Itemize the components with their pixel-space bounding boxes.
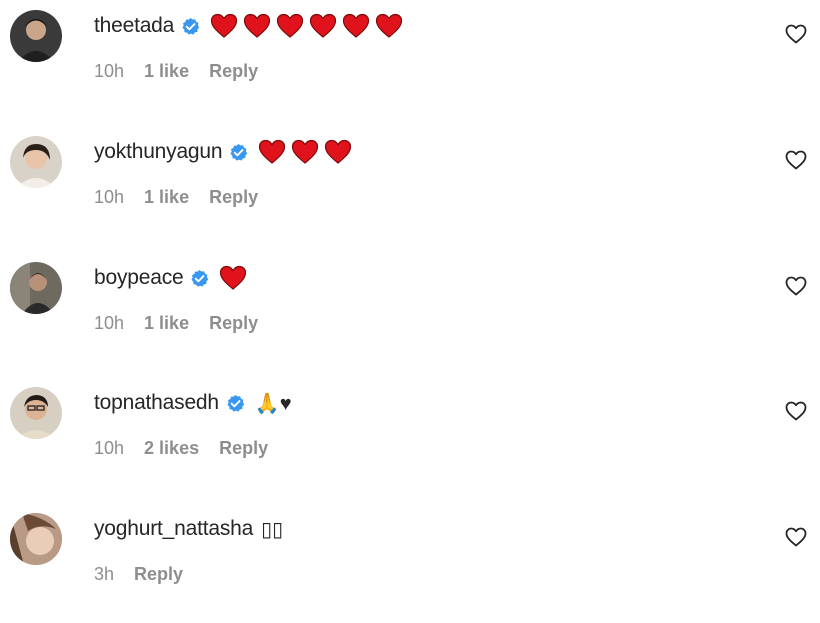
comment-meta: 10h 1 like Reply — [94, 187, 278, 208]
comment-text: ▯▯ — [261, 517, 283, 542]
comment-username[interactable]: yokthunyagun — [94, 140, 223, 164]
comment-time: 10h — [94, 438, 125, 458]
comment-likes[interactable]: 1 like — [144, 187, 189, 208]
comment-likes[interactable]: 1 like — [144, 313, 189, 334]
comment-item: theetada 10h 1 like Reply — [0, 0, 820, 120]
reply-button[interactable]: Reply — [134, 564, 183, 585]
heart-outline-icon[interactable] — [784, 148, 808, 172]
verified-badge-icon — [226, 394, 245, 413]
heart-outline-icon[interactable] — [784, 22, 808, 46]
comment-username[interactable]: boypeace — [94, 266, 184, 290]
comment-text-content: 🙏♥ — [254, 392, 292, 415]
comment-text-content: ▯▯ — [261, 518, 284, 541]
comment-meta: 10h 1 like Reply — [94, 313, 278, 334]
avatar[interactable] — [10, 513, 62, 565]
red-heart-emoji — [342, 13, 370, 39]
comment-item: topnathasedh 🙏♥ 10h 2 likes Reply — [0, 377, 820, 497]
red-heart-emoji — [291, 139, 319, 165]
comment-text — [210, 13, 408, 39]
reply-button[interactable]: Reply — [209, 187, 258, 208]
comment-time: 10h — [94, 313, 125, 333]
red-heart-emoji — [375, 13, 403, 39]
comment-meta: 3h Reply — [94, 564, 203, 585]
red-heart-emoji — [243, 13, 271, 39]
comment-meta: 10h 1 like Reply — [94, 61, 278, 82]
comment-time: 10h — [94, 187, 125, 207]
avatar[interactable] — [10, 262, 62, 314]
reply-button[interactable]: Reply — [209, 61, 258, 82]
comment-item: boypeace 10h 1 like Reply — [0, 252, 820, 372]
red-heart-emoji — [219, 265, 247, 291]
heart-outline-icon[interactable] — [784, 274, 808, 298]
comment-time: 10h — [94, 61, 125, 81]
reply-button[interactable]: Reply — [219, 438, 268, 459]
heart-outline-icon[interactable] — [784, 525, 808, 549]
comment-text — [219, 265, 252, 291]
comment-username[interactable]: yoghurt_nattasha — [94, 517, 253, 541]
red-heart-emoji — [276, 13, 304, 39]
comment-item: yoghurt_nattasha ▯▯ 3h Reply — [0, 503, 820, 623]
comment-text — [258, 139, 357, 165]
reply-button[interactable]: Reply — [209, 313, 258, 334]
comment-time: 3h — [94, 564, 115, 584]
comment-meta: 10h 2 likes Reply — [94, 438, 288, 459]
red-heart-emoji — [324, 139, 352, 165]
comment-text: 🙏♥ — [255, 391, 292, 416]
comment-username[interactable]: topnathasedh — [94, 391, 219, 415]
heart-outline-icon[interactable] — [784, 399, 808, 423]
comment-username[interactable]: theetada — [94, 14, 174, 38]
red-heart-emoji — [258, 139, 286, 165]
red-heart-emoji — [309, 13, 337, 39]
avatar[interactable] — [10, 10, 62, 62]
red-heart-emoji — [210, 13, 238, 39]
comment-likes[interactable]: 1 like — [144, 61, 189, 82]
comment-likes[interactable]: 2 likes — [144, 438, 199, 459]
verified-badge-icon — [190, 269, 209, 288]
avatar[interactable] — [10, 387, 62, 439]
verified-badge-icon — [181, 17, 200, 36]
comment-item: yokthunyagun 10h 1 like Reply — [0, 126, 820, 246]
avatar[interactable] — [10, 136, 62, 188]
verified-badge-icon — [229, 143, 248, 162]
